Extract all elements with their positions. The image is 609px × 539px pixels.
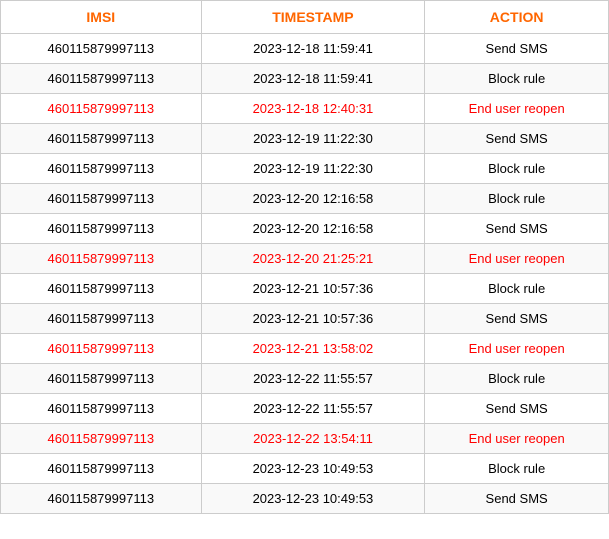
cell-imsi: 460115879997113: [1, 334, 202, 364]
cell-imsi: 460115879997113: [1, 244, 202, 274]
table-row: 4601158799971132023-12-21 10:57:36Send S…: [1, 304, 609, 334]
cell-timestamp: 2023-12-21 10:57:36: [201, 274, 425, 304]
table-row: 4601158799971132023-12-22 11:55:57Block …: [1, 364, 609, 394]
header-imsi: IMSI: [1, 1, 202, 34]
cell-action: End user reopen: [425, 424, 609, 454]
cell-action: Send SMS: [425, 124, 609, 154]
table-row: 4601158799971132023-12-23 10:49:53Send S…: [1, 484, 609, 514]
cell-imsi: 460115879997113: [1, 154, 202, 184]
data-table: IMSI TIMESTAMP ACTION 460115879997113202…: [0, 0, 609, 514]
cell-imsi: 460115879997113: [1, 394, 202, 424]
cell-timestamp: 2023-12-19 11:22:30: [201, 124, 425, 154]
cell-timestamp: 2023-12-19 11:22:30: [201, 154, 425, 184]
cell-imsi: 460115879997113: [1, 184, 202, 214]
cell-imsi: 460115879997113: [1, 454, 202, 484]
cell-timestamp: 2023-12-23 10:49:53: [201, 454, 425, 484]
cell-timestamp: 2023-12-21 10:57:36: [201, 304, 425, 334]
cell-timestamp: 2023-12-18 11:59:41: [201, 34, 425, 64]
table-row: 4601158799971132023-12-23 10:49:53Block …: [1, 454, 609, 484]
table-row: 4601158799971132023-12-18 11:59:41Block …: [1, 64, 609, 94]
table-row: 4601158799971132023-12-19 11:22:30Block …: [1, 154, 609, 184]
cell-action: Send SMS: [425, 484, 609, 514]
cell-action: Block rule: [425, 274, 609, 304]
header-action: ACTION: [425, 1, 609, 34]
cell-imsi: 460115879997113: [1, 364, 202, 394]
table-row: 4601158799971132023-12-20 12:16:58Send S…: [1, 214, 609, 244]
cell-timestamp: 2023-12-18 12:40:31: [201, 94, 425, 124]
cell-timestamp: 2023-12-23 10:49:53: [201, 484, 425, 514]
header-timestamp: TIMESTAMP: [201, 1, 425, 34]
cell-action: Block rule: [425, 64, 609, 94]
cell-action: End user reopen: [425, 94, 609, 124]
table-row: 4601158799971132023-12-21 10:57:36Block …: [1, 274, 609, 304]
cell-action: Send SMS: [425, 34, 609, 64]
cell-action: Block rule: [425, 154, 609, 184]
cell-action: Block rule: [425, 184, 609, 214]
cell-action: End user reopen: [425, 334, 609, 364]
cell-imsi: 460115879997113: [1, 424, 202, 454]
table-row: 4601158799971132023-12-21 13:58:02End us…: [1, 334, 609, 364]
table-row: 4601158799971132023-12-22 13:54:11End us…: [1, 424, 609, 454]
cell-action: Block rule: [425, 364, 609, 394]
cell-timestamp: 2023-12-22 13:54:11: [201, 424, 425, 454]
cell-imsi: 460115879997113: [1, 304, 202, 334]
cell-action: Send SMS: [425, 394, 609, 424]
cell-timestamp: 2023-12-21 13:58:02: [201, 334, 425, 364]
cell-timestamp: 2023-12-20 12:16:58: [201, 214, 425, 244]
table-row: 4601158799971132023-12-22 11:55:57Send S…: [1, 394, 609, 424]
cell-imsi: 460115879997113: [1, 274, 202, 304]
table-row: 4601158799971132023-12-19 11:22:30Send S…: [1, 124, 609, 154]
table-row: 4601158799971132023-12-20 21:25:21End us…: [1, 244, 609, 274]
cell-timestamp: 2023-12-22 11:55:57: [201, 394, 425, 424]
cell-timestamp: 2023-12-18 11:59:41: [201, 64, 425, 94]
cell-imsi: 460115879997113: [1, 124, 202, 154]
cell-timestamp: 2023-12-20 21:25:21: [201, 244, 425, 274]
cell-imsi: 460115879997113: [1, 34, 202, 64]
cell-timestamp: 2023-12-22 11:55:57: [201, 364, 425, 394]
cell-action: Block rule: [425, 454, 609, 484]
table-row: 4601158799971132023-12-20 12:16:58Block …: [1, 184, 609, 214]
cell-imsi: 460115879997113: [1, 64, 202, 94]
cell-imsi: 460115879997113: [1, 214, 202, 244]
cell-action: Send SMS: [425, 304, 609, 334]
cell-imsi: 460115879997113: [1, 484, 202, 514]
cell-imsi: 460115879997113: [1, 94, 202, 124]
cell-timestamp: 2023-12-20 12:16:58: [201, 184, 425, 214]
cell-action: Send SMS: [425, 214, 609, 244]
cell-action: End user reopen: [425, 244, 609, 274]
table-row: 4601158799971132023-12-18 12:40:31End us…: [1, 94, 609, 124]
table-row: 4601158799971132023-12-18 11:59:41Send S…: [1, 34, 609, 64]
